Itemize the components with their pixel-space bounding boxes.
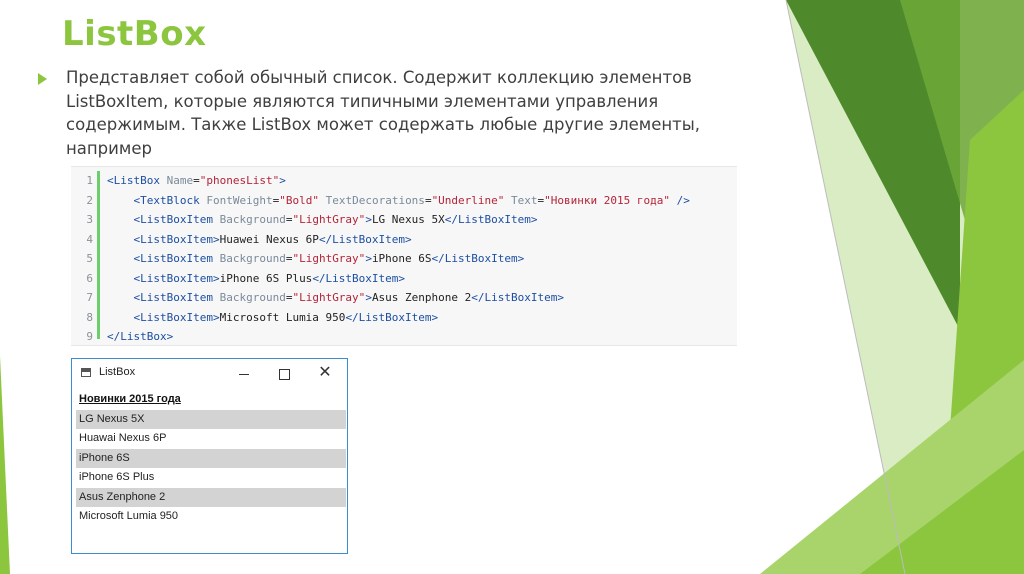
slide-title: ListBox (62, 14, 207, 54)
code-token: > (365, 252, 372, 265)
code-line-text: <TextBlock FontWeight = "Bold" TextDecorat… (107, 191, 690, 211)
code-line: 3 <ListBoxItem Background="LightGray">LG… (71, 210, 737, 230)
listbox-item[interactable]: iPhone 6S (76, 448, 346, 468)
code-token: Microsoft Lumia 950 (219, 310, 346, 324)
code-token: Background (219, 213, 286, 226)
code-line: 5 <ListBoxItem Background="LightGray">iP… (71, 249, 737, 269)
code-token: iPhone 6S (371, 252, 432, 265)
code-token: <ListBoxItem> (133, 271, 220, 285)
code-token: <TextBlock (133, 193, 207, 207)
code-token: "LightGray" (292, 252, 366, 265)
code-line-number: 8 (86, 310, 93, 324)
code-line-number: 2 (86, 193, 93, 207)
code-token: LG Nexus 5X (371, 213, 445, 226)
code-line: 4 <ListBoxItem>Huawei Nexus 6P</ListBoxI… (71, 230, 737, 250)
code-token: </ListBoxItem> (471, 291, 564, 304)
listbox-item[interactable]: Asus Zenphone 2 (76, 487, 346, 507)
slide-paragraph: Представляет собой обычный список. Содер… (66, 68, 701, 158)
code-token: </ListBoxItem> (431, 252, 525, 265)
code-token: Name (166, 174, 194, 187)
code-line-number: 5 (86, 252, 93, 265)
minimize-icon[interactable] (231, 362, 257, 384)
window-titlebar[interactable]: ListBox ✕ (72, 359, 347, 387)
code-token: "LightGray" (292, 291, 366, 304)
code-token: Huawei Nexus 6P (219, 232, 319, 246)
code-token: > (279, 174, 286, 187)
code-token: > (365, 291, 372, 304)
code-line-number: 3 (86, 213, 93, 226)
listbox-window: ListBox ✕ Новинки 2015 года LG Nexus 5X H… (71, 358, 348, 554)
code-line-text: <ListBoxItem Background="LightGray">Asus… (107, 288, 565, 308)
code-token: "Underline" (431, 193, 505, 207)
code-token: "Новинки 2015 года" (544, 193, 671, 207)
code-line: 9 </ListBox> (71, 327, 737, 347)
code-line-text: </ListBox> (107, 327, 173, 347)
code-token: iPhone 6S Plus (219, 271, 313, 285)
code-line: 2 <TextBlock FontWeight = "Bold" TextDecor… (71, 191, 737, 211)
code-token: </ListBoxItem> (312, 271, 406, 285)
code-line: 8 <ListBoxItem>Microsoft Lumia 950</List… (71, 308, 737, 328)
code-block: 1 <ListBox Name="phonesList"> 2 <TextBlock… (71, 166, 737, 346)
code-line: 6 <ListBoxItem>iPhone 6S Plus</ListBoxIt… (71, 269, 737, 289)
code-token: "Bold" (279, 193, 319, 207)
code-line-number: 7 (86, 291, 93, 304)
code-token: Background (219, 291, 286, 304)
code-token: FontWeight (206, 193, 273, 207)
code-token: "LightGray" (292, 213, 366, 226)
code-token: Asus Zenphone 2 (371, 291, 472, 304)
code-token: </ListBoxItem> (345, 310, 439, 324)
code-line-number: 6 (86, 271, 93, 285)
window-title: ListBox (99, 366, 136, 378)
code-line-number: 9 (86, 330, 93, 343)
code-line-text: <ListBoxItem Background="LightGray">LG N… (107, 210, 538, 230)
code-token: = (424, 193, 432, 207)
listbox-item[interactable]: Huawai Nexus 6P (76, 429, 346, 449)
code-token: <ListBoxItem (133, 213, 220, 226)
listbox-item[interactable]: iPhone 6S Plus (76, 468, 346, 488)
code-token: <ListBoxItem (133, 252, 220, 265)
code-token: <ListBoxItem> (133, 310, 220, 324)
code-token: </ListBox> (107, 330, 174, 343)
code-token: Background (219, 252, 286, 265)
deco-left-strip (0, 356, 10, 574)
code-line-text: <ListBoxItem Background="LightGray">iPho… (107, 249, 525, 269)
code-line-number: 4 (86, 232, 93, 246)
code-token: <ListBoxItem (133, 291, 220, 304)
code-token: > (365, 213, 372, 226)
code-token: /> (676, 193, 690, 207)
code-line-text: <ListBoxItem>Microsoft Lumia 950</ListBo… (107, 308, 439, 328)
code-token: <ListBoxItem> (133, 232, 220, 246)
code-token: TextDecorations (325, 193, 425, 207)
listbox-header: Новинки 2015 года (79, 393, 181, 405)
code-token: = (193, 174, 200, 187)
code-token: </ListBoxItem> (444, 213, 538, 226)
code-line: 1 <ListBox Name="phonesList"> (71, 171, 737, 191)
listbox-item[interactable]: Microsoft Lumia 950 (76, 507, 346, 527)
code-line-number: 1 (86, 174, 93, 187)
code-token: "phonesList" (199, 174, 280, 187)
bullet-arrow-icon (38, 73, 47, 85)
code-line-text: <ListBox Name="phonesList"> (107, 171, 286, 191)
code-token: </ListBoxItem> (318, 232, 412, 246)
maximize-icon[interactable] (271, 362, 297, 384)
window-app-icon (81, 368, 91, 377)
code-line: 7 <ListBoxItem Background="LightGray">As… (71, 288, 737, 308)
close-icon[interactable]: ✕ (312, 362, 338, 384)
listbox: Новинки 2015 года LG Nexus 5X Huawai Nexu… (76, 390, 346, 527)
listbox-item[interactable]: LG Nexus 5X (76, 409, 346, 429)
code-token: Text (511, 193, 538, 207)
code-token: <ListBox (107, 174, 167, 187)
code-line-text: <ListBoxItem>Huawei Nexus 6P</ListBoxIte… (107, 230, 412, 250)
code-line-text: <ListBoxItem>iPhone 6S Plus</ListBoxItem… (107, 269, 406, 289)
